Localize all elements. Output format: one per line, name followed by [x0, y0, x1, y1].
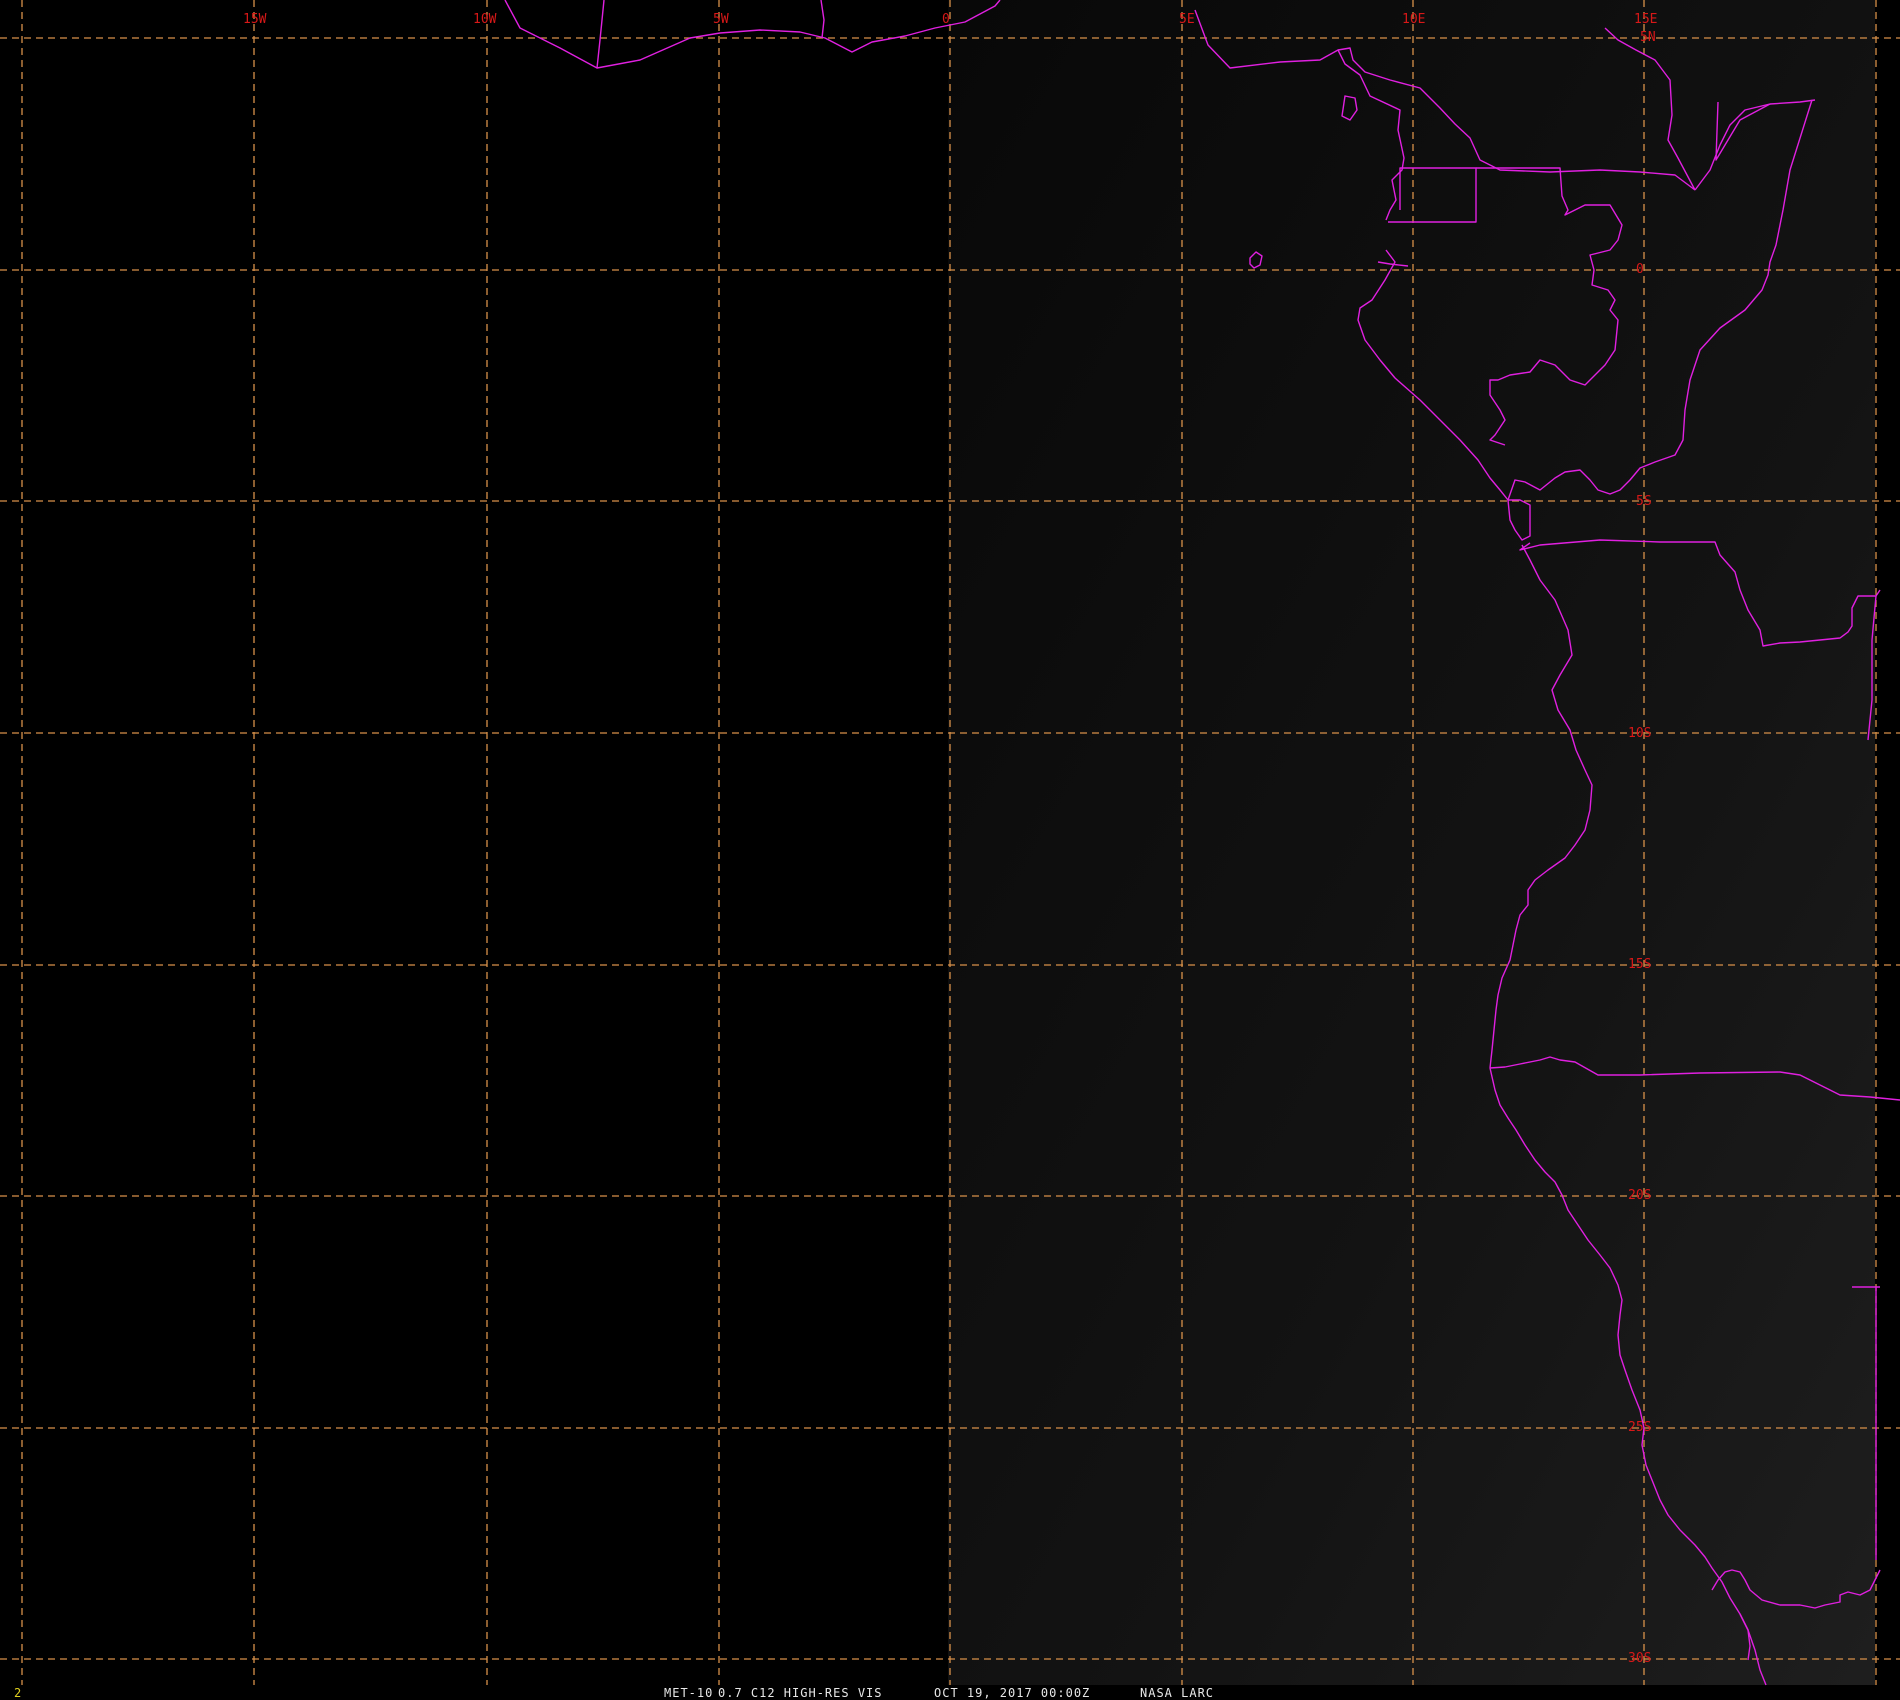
lat-label-5s: 5S — [1636, 494, 1652, 509]
lon-label-0: 0 — [942, 12, 950, 27]
satellite-map: 15W 10W 5W 0 5E 10E 15E 5N 0 5S 10S 15S … — [0, 0, 1900, 1700]
imagery-region — [948, 0, 1875, 1685]
lon-label-10e: 10E — [1402, 12, 1425, 27]
lon-label-15w: 15W — [243, 12, 267, 27]
lat-label-15s: 15S — [1628, 957, 1651, 972]
lon-label-5w: 5W — [713, 12, 729, 27]
lat-label-5n: 5N — [1640, 30, 1656, 45]
lon-label-15e: 15E — [1634, 12, 1657, 27]
caption-datetime: OCT 19, 2017 00:00Z — [934, 1686, 1090, 1700]
lat-label-10s: 10S — [1628, 726, 1651, 741]
caption-channel: 0.7 C12 HIGH-RES VIS — [718, 1686, 883, 1700]
lat-label-20s: 20S — [1628, 1188, 1651, 1203]
lon-label-5e: 5E — [1179, 12, 1195, 27]
caption-satellite: MET-10 — [664, 1686, 713, 1700]
caption-credit: NASA LARC — [1140, 1686, 1214, 1700]
lon-label-10w: 10W — [473, 12, 497, 27]
lat-label-30s: 30S — [1628, 1651, 1651, 1666]
lat-label-25s: 25S — [1628, 1420, 1651, 1435]
lat-label-0: 0 — [1636, 262, 1644, 277]
frame-number: 2 — [14, 1686, 21, 1700]
